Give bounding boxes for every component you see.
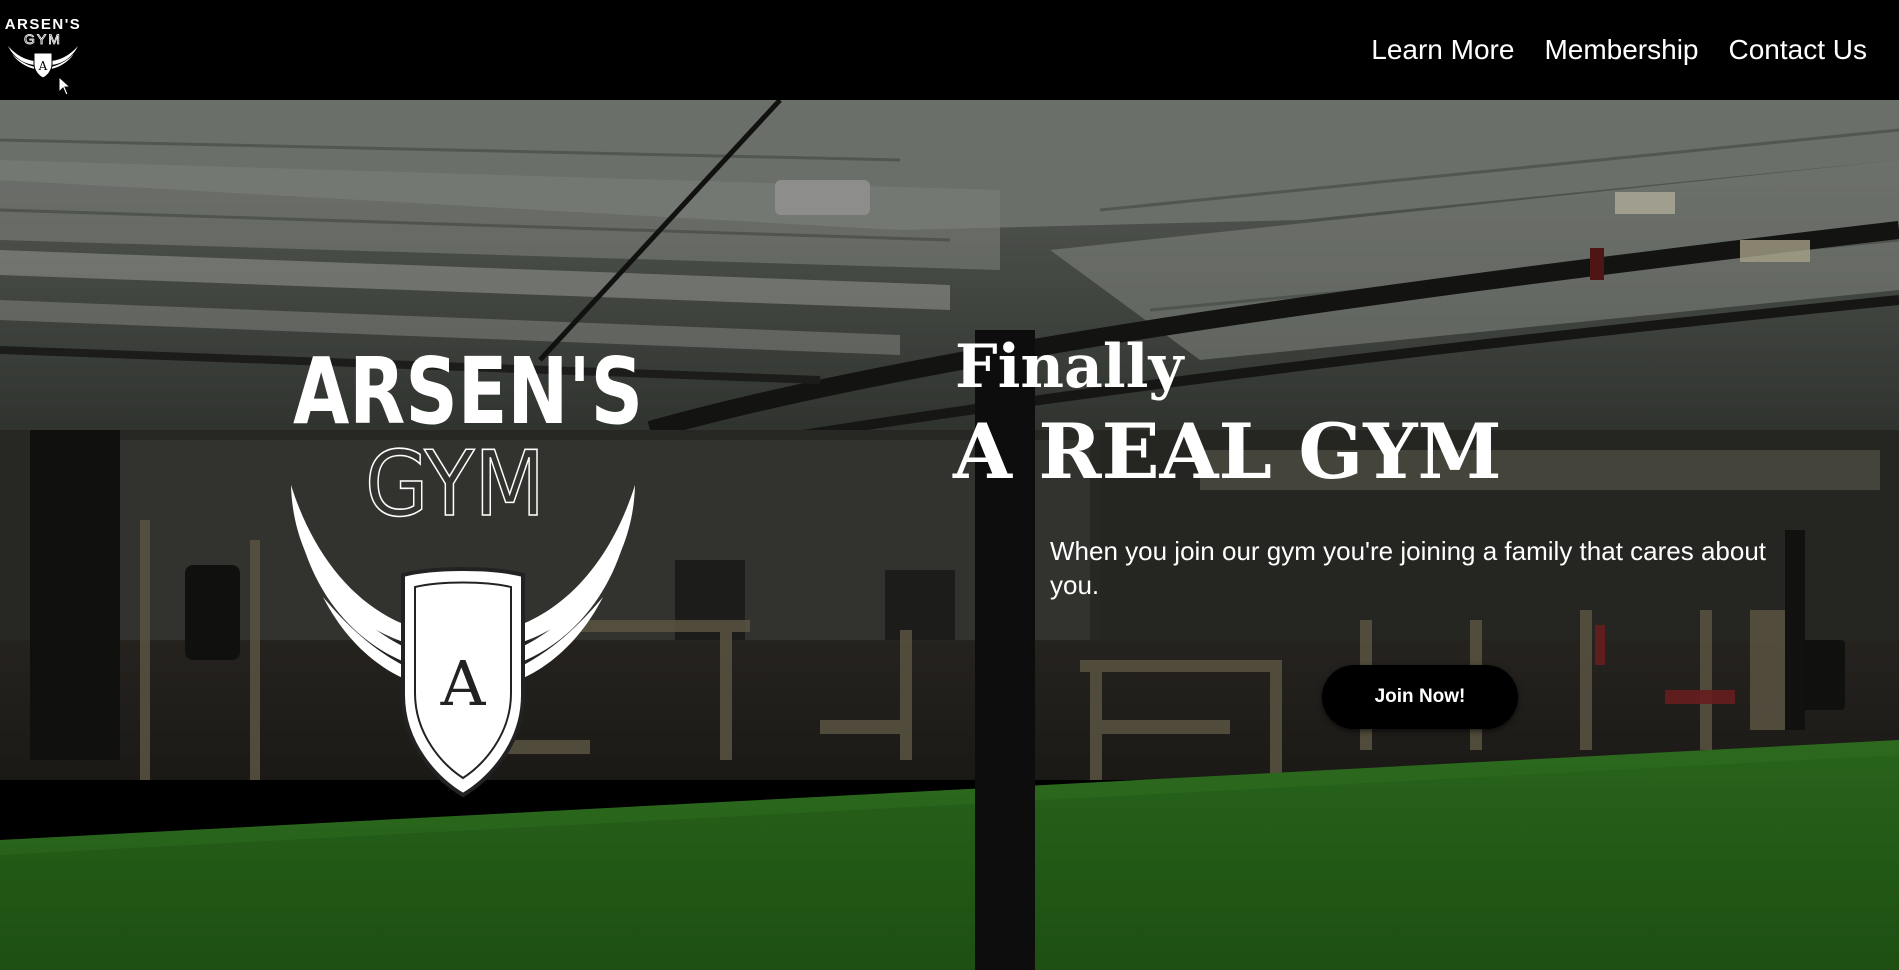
hero-logo-crest-letter: A <box>440 647 487 720</box>
hero-logo-line2: GYM <box>365 432 545 537</box>
header-logo[interactable]: ARSEN'S GYM A <box>4 12 82 82</box>
join-now-button[interactable]: Join Now! <box>1322 665 1518 729</box>
header-logo-line2: GYM <box>24 31 62 47</box>
headline-finally: Finally <box>955 332 1184 402</box>
header-logo-icon: ARSEN'S GYM A <box>5 16 80 79</box>
nav-contact-us[interactable]: Contact Us <box>1729 32 1868 68</box>
navbar: ARSEN'S GYM A Learn More Membership Cont… <box>0 0 1899 100</box>
nav-learn-more[interactable]: Learn More <box>1371 32 1514 68</box>
hero-tagline: When you join our gym you're joining a f… <box>1050 536 1767 600</box>
hero-logo-line1: ARSEN'S <box>293 338 643 445</box>
hero-gym-logo: ARSEN'S GYM A <box>291 338 643 798</box>
mouse-cursor-icon <box>58 76 72 96</box>
nav-membership[interactable]: Membership <box>1544 32 1698 68</box>
hero-section: ARSEN'S GYM A Finally A REAL GYM When yo… <box>0 100 1899 970</box>
header-logo-crest-letter: A <box>38 59 48 73</box>
headline-real-gym: A REAL GYM <box>953 407 1502 496</box>
main-nav: Learn More Membership Contact Us <box>1371 32 1867 68</box>
